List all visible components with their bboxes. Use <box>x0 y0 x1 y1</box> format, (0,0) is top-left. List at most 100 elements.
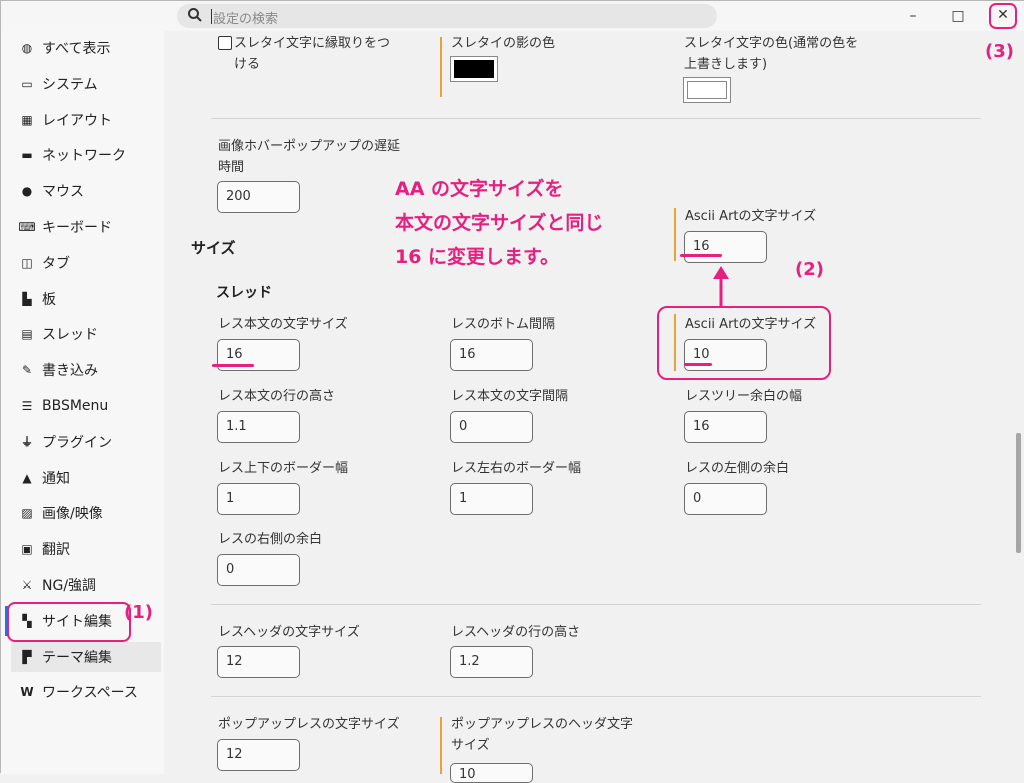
list-icon: ▤ <box>21 327 33 342</box>
maximize-button[interactable]: □ <box>946 5 970 27</box>
shadow-color-fill <box>454 60 494 78</box>
thread-field-label: レスのボトム間隔 <box>451 317 556 332</box>
sidebar-item[interactable]: ▬ ネットワーク <box>11 140 161 170</box>
shadow-color-swatch[interactable] <box>450 56 498 82</box>
thread-field-label: レス本文の行の高さ <box>218 389 336 404</box>
annotation-underline <box>212 364 254 367</box>
sidebar-item-label: プラグイン <box>42 434 112 451</box>
text-color-fill <box>687 81 727 99</box>
sidebar-item[interactable]: ◫ タブ <box>11 248 161 278</box>
sidebar-item[interactable]: ⌨ キーボード <box>11 212 161 242</box>
scrollbar[interactable] <box>1016 433 1021 553</box>
text-cursor <box>211 9 212 24</box>
monitor-icon: ▭ <box>21 76 33 91</box>
sidebar-item[interactable]: ▛ テーマ編集 <box>11 641 161 672</box>
thread-field-input[interactable]: 1 <box>217 483 300 515</box>
sidebar-item-label: レイアウト <box>42 112 112 129</box>
popup-font-size-label: ポップアップレスの文字サイズ <box>218 717 400 732</box>
outline-checkbox[interactable] <box>218 36 232 50</box>
ascii-art-size-input[interactable]: 16 <box>684 231 767 263</box>
separator <box>211 118 981 119</box>
popup-font-size-input[interactable]: 12 <box>217 739 300 771</box>
hover-delay-input[interactable]: 200 <box>217 181 300 213</box>
popup-header-size-input[interactable]: 10 <box>450 763 533 783</box>
edit-icon: ✎ <box>21 363 33 378</box>
header-field-label: レスヘッダの行の高さ <box>451 625 581 640</box>
image-icon: ▨ <box>21 506 33 521</box>
sidebar-item[interactable]: ▤ スレッド <box>11 319 161 349</box>
title-bar: 設定の検索 – □ ✕ <box>1 1 1024 31</box>
sidebar-item[interactable]: ● マウス <box>11 176 161 206</box>
thread-field-input[interactable]: 16 <box>450 339 533 371</box>
close-button[interactable]: ✕ <box>989 3 1017 29</box>
sidebar-item-label: マウス <box>42 184 84 201</box>
sidebar-item[interactable]: ▦ レイアウト <box>11 105 161 135</box>
shadow-color-label: スレタイの影の色 <box>451 36 556 51</box>
search-bar[interactable]: 設定の検索 <box>177 4 717 28</box>
sidebar-item[interactable]: W ワークスペース <box>11 677 161 707</box>
size-heading: サイズ <box>191 239 236 257</box>
sidebar-item[interactable]: ☰ BBSMenu <box>11 391 161 421</box>
annotation-step-2: (2) <box>795 259 824 280</box>
grid-icon: ▦ <box>21 112 33 127</box>
annotation-note-line-2: 本文の文字サイズと同じ <box>395 212 604 234</box>
sidebar-item[interactable]: ▨ 画像/映像 <box>11 498 161 528</box>
group-divider <box>440 717 442 774</box>
minimize-button[interactable]: – <box>901 5 925 27</box>
annotation-highlight-ascii-art <box>657 306 831 380</box>
sidebar-item-label: スレッド <box>42 327 98 344</box>
server-icon: ▬ <box>21 148 33 163</box>
sidebar-item[interactable]: ▭ システム <box>11 69 161 99</box>
sidebar-item[interactable]: ◍ すべて表示 <box>11 33 161 63</box>
bell-icon: ▲ <box>22 470 32 485</box>
header-field-input[interactable]: 1.2 <box>450 646 533 678</box>
hover-delay-label: 画像ホバーポップアップの遅延 時間 <box>218 139 401 175</box>
annotation-underline <box>680 254 722 257</box>
thread-field-label: レス本文の文字サイズ <box>218 317 348 332</box>
sidebar-item-label: NG/強調 <box>42 578 97 594</box>
group-divider <box>674 208 676 261</box>
annotation-highlight-theme-edit <box>7 602 131 642</box>
group-divider <box>674 314 676 371</box>
paint-roller-icon: ▛ <box>22 649 32 664</box>
filter-icon: ⚔ <box>21 578 33 592</box>
annotation-underline <box>684 363 712 366</box>
popup-header-size-label: ポップアップレスのヘッダ文字 サイズ <box>451 717 634 753</box>
text-color-swatch[interactable] <box>683 77 731 103</box>
header-field-label: レスヘッダの文字サイズ <box>218 625 360 640</box>
thread-field-input[interactable]: 0 <box>217 554 300 586</box>
thread-field-input[interactable]: 0 <box>450 411 533 443</box>
sidebar-item[interactable]: ⏚ プラグイン <box>11 427 161 457</box>
menu-icon: ☰ <box>21 399 33 413</box>
thread-field-label: レス左右のボーダー幅 <box>451 461 582 476</box>
sidebar-item[interactable]: ⚔ NG/強調 <box>11 570 161 600</box>
thread-field-input[interactable]: 1.1 <box>217 411 300 443</box>
group-divider <box>440 37 442 97</box>
sidebar-item-label: 通知 <box>42 470 70 487</box>
search-input[interactable]: 設定の検索 <box>213 8 278 27</box>
sidebar-item[interactable]: ▙ 板 <box>11 284 161 314</box>
thread-field-label: レス本文の文字間隔 <box>451 389 569 404</box>
sidebar-item-label: すべて表示 <box>42 41 111 57</box>
sidebar-item-label: タブ <box>42 255 70 272</box>
outline-label: スレタイ文字に縁取りをつ ける <box>234 36 391 72</box>
sidebar-item-label: BBSMenu <box>42 398 109 414</box>
separator <box>211 604 981 605</box>
sidebar-item-label: キーボード <box>42 220 112 236</box>
header-field-input[interactable]: 12 <box>217 646 300 678</box>
sidebar-item[interactable]: ▣ 翻訳 <box>11 534 161 564</box>
workspace-icon: W <box>20 685 34 700</box>
thread-field-input[interactable]: 1 <box>450 483 533 515</box>
translate-icon: ▣ <box>21 542 33 557</box>
thread-field-input[interactable]: 16 <box>684 411 767 443</box>
sidebar-item[interactable]: ✎ 書き込み <box>11 355 161 385</box>
plug-icon: ⏚ <box>20 435 33 450</box>
thread-field-input[interactable]: 0 <box>684 483 767 515</box>
thread-field-label: レス上下のボーダー幅 <box>218 461 349 476</box>
app-window: 設定の検索 – □ ✕ ◍ すべて表示 ▭ システム ▦ レイアウト ▬ ネットワーク ● マウス… <box>0 0 1024 783</box>
sidebar-item[interactable]: ▲ 通知 <box>11 463 161 493</box>
sidebar-item-label: 翻訳 <box>42 542 70 559</box>
sidebar-item-label: 画像/映像 <box>42 506 103 523</box>
thread-field-label: レスの左側の余白 <box>685 461 790 476</box>
sidebar: ◍ すべて表示 ▭ システム ▦ レイアウト ▬ ネットワーク ● マウス ⌨ キーボード ◫ タブ ▙ 板 ▤… <box>1 31 164 774</box>
